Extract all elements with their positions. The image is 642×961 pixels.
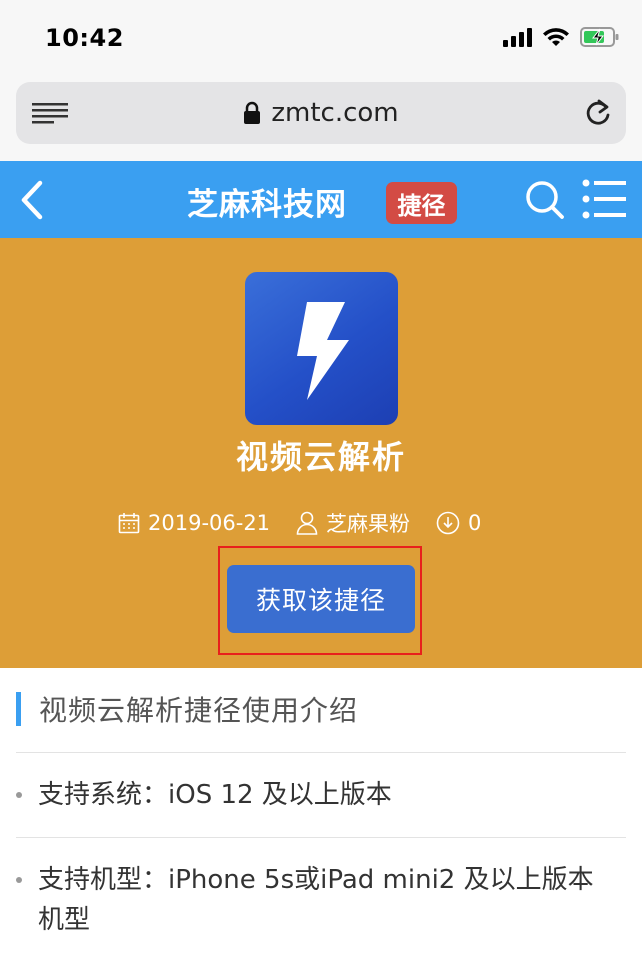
url-text: zmtc.com — [271, 98, 399, 128]
bullet — [16, 877, 22, 883]
menu-icon[interactable] — [582, 179, 626, 219]
category-badge[interactable]: 捷径 — [386, 182, 457, 224]
shortcut-hero: 视频云解析 2019-06-21 芝麻果粉 0 获取该捷径 — [0, 238, 642, 668]
shortcut-app-icon — [245, 272, 398, 425]
user-icon — [296, 511, 318, 535]
battery-charging-icon — [580, 27, 619, 47]
list-item: 支持机型：iPhone 5s或iPad mini2 及以上版本机型 — [16, 860, 616, 940]
lightning-bolt-icon — [297, 302, 349, 400]
download-icon — [436, 511, 460, 535]
back-arrow-icon[interactable] — [16, 179, 46, 221]
get-shortcut-button[interactable]: 获取该捷径 — [227, 565, 415, 633]
publish-date: 2019-06-21 — [148, 511, 271, 535]
calendar-icon — [118, 513, 140, 534]
status-time: 10:42 — [45, 24, 124, 52]
section-heading: 视频云解析捷径使用介绍 — [16, 685, 358, 733]
status-bar: 10:42 — [0, 0, 642, 72]
browser-toolbar: zmtc.com — [0, 72, 642, 161]
meta-date: 2019-06-21 — [118, 511, 270, 535]
status-icons — [503, 26, 620, 48]
divider — [16, 837, 626, 838]
author-name[interactable]: 芝麻果粉 — [326, 508, 410, 538]
search-icon[interactable] — [524, 179, 566, 221]
section-heading-text: 视频云解析捷径使用介绍 — [39, 694, 359, 727]
url-display[interactable]: zmtc.com — [16, 82, 626, 144]
site-title[interactable]: 芝麻科技网 — [187, 179, 347, 224]
meta-author: 芝麻果粉 — [296, 508, 410, 538]
address-bar[interactable]: zmtc.com — [16, 82, 626, 144]
list-item-text: 支持系统：iOS 12 及以上版本 — [38, 780, 392, 810]
shortcut-meta: 2019-06-21 芝麻果粉 0 — [118, 508, 481, 538]
reload-icon[interactable] — [584, 98, 612, 128]
bullet — [16, 792, 22, 798]
site-header: 芝麻科技网 捷径 — [0, 161, 642, 238]
list-item-text: 支持机型：iPhone 5s或iPad mini2 及以上版本机型 — [38, 865, 594, 935]
wifi-icon — [543, 27, 569, 46]
cellular-signal-icon — [503, 27, 532, 47]
heading-accent-bar — [16, 692, 21, 726]
shortcut-name: 视频云解析 — [235, 438, 406, 476]
download-count: 0 — [468, 511, 482, 535]
divider — [16, 752, 626, 753]
lock-icon — [244, 101, 261, 124]
meta-downloads: 0 — [436, 511, 481, 535]
list-item: 支持系统：iOS 12 及以上版本 — [16, 775, 626, 815]
